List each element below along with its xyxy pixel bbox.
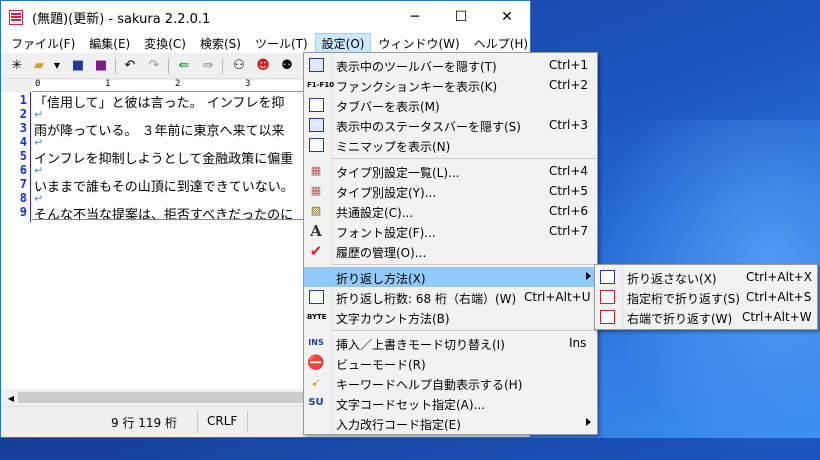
line-number: 5 bbox=[19, 149, 27, 163]
ruler-mark: 3 bbox=[245, 79, 251, 89]
open-dropdown-icon[interactable]: ▼ bbox=[49, 58, 65, 74]
ins-icon: INS bbox=[308, 338, 324, 347]
find-prev-icon[interactable]: ⚉ bbox=[279, 58, 295, 74]
menu-convert[interactable]: 変換(C) bbox=[137, 33, 193, 53]
tabbar-icon bbox=[307, 96, 325, 114]
wrap-column-icon bbox=[598, 288, 616, 306]
line-number: 2 bbox=[19, 107, 27, 121]
menu-item-hide-toolbar[interactable]: 表示中のツールバーを隠す(T) Ctrl+1 bbox=[304, 55, 597, 75]
checkmark-icon: ✔ bbox=[309, 242, 323, 260]
menu-item-show-function-keys[interactable]: F1-F10 ファンクションキーを表示(K) Ctrl+2 bbox=[304, 75, 597, 95]
find-icon[interactable]: ⚇ bbox=[231, 58, 247, 74]
menu-item-keyword-help[interactable]: ➹ キーワードヘルプ自動表示する(H) bbox=[304, 373, 597, 393]
settings-menu: 表示中のツールバーを隠す(T) Ctrl+1 F1-F10 ファンクションキーを表示… bbox=[303, 52, 598, 435]
keyword-help-icon: ➹ bbox=[311, 376, 321, 389]
menu-item-show-minimap[interactable]: ミニマップを表示(N) bbox=[304, 135, 597, 155]
view-mode-icon: ⛔ bbox=[307, 355, 325, 371]
ruler-mark: 2 bbox=[175, 79, 181, 89]
menu-file[interactable]: ファイル(F) bbox=[1, 33, 82, 53]
menu-item-wrap-width[interactable]: 折り返し桁数: 68 桁（右端）(W) Ctrl+Alt+U bbox=[304, 287, 597, 307]
submenu-item-no-wrap[interactable]: 折り返さない(X) Ctrl+Alt+X bbox=[595, 267, 817, 287]
jump-back-icon[interactable]: ⇚ bbox=[176, 58, 192, 74]
menu-item-history[interactable]: ✔ 履歴の管理(O)... bbox=[304, 241, 597, 261]
menu-settings[interactable]: 設定(O) bbox=[314, 33, 372, 53]
menu-window[interactable]: ウィンドウ(W) bbox=[371, 33, 466, 53]
line-number-gutter: 1 2 3 4 5 6 7 8 9 bbox=[1, 92, 31, 222]
wrap-width-icon bbox=[307, 288, 325, 306]
line-number: 7 bbox=[19, 177, 27, 191]
line-ending[interactable]: CRLF bbox=[207, 414, 237, 428]
sakura-app-icon[interactable] bbox=[9, 9, 23, 25]
submenu-item-wrap-at-edge[interactable]: 右端で折り返す(W) Ctrl+Alt+W bbox=[595, 307, 817, 327]
minimap-icon bbox=[307, 136, 325, 154]
open-folder-icon[interactable]: ▰ bbox=[31, 58, 47, 74]
title-bar[interactable]: (無題)(更新) - sakura 2.2.0.1 ─ ☐ ✕ bbox=[1, 1, 530, 33]
menu-item-newline-code[interactable]: 入力改行コード指定(E) bbox=[304, 413, 597, 433]
close-button[interactable]: ✕ bbox=[484, 1, 530, 33]
menu-item-hide-statusbar[interactable]: 表示中のステータスバーを隠す(S) Ctrl+3 bbox=[304, 115, 597, 135]
menu-item-insert-overwrite[interactable]: INS 挿入／上書きモード切り替え(I) Ins bbox=[304, 333, 597, 353]
find-next-icon[interactable]: ☻ bbox=[255, 58, 271, 74]
text-line: そんな不当な提案は、拒否すべきだったのに bbox=[34, 208, 294, 223]
function-key-icon: F1-F10 bbox=[307, 81, 335, 89]
wrap-edge-icon bbox=[598, 308, 616, 326]
save-icon[interactable]: ■ bbox=[70, 58, 86, 74]
save-all-icon[interactable]: ■ bbox=[93, 58, 109, 74]
toolbar-icon bbox=[307, 56, 325, 74]
menu-tools[interactable]: ツール(T) bbox=[248, 33, 315, 53]
new-file-icon[interactable]: ✳ bbox=[9, 58, 25, 74]
jump-forward-icon[interactable]: ⇛ bbox=[200, 58, 216, 74]
cursor-position: 9 行 119 桁 bbox=[111, 416, 177, 430]
cursor-underline bbox=[32, 219, 313, 220]
type-list-icon: ▦ bbox=[310, 164, 322, 177]
menu-search[interactable]: 検索(S) bbox=[193, 33, 248, 53]
submenu-item-wrap-at-column[interactable]: 指定桁で折り返す(S) Ctrl+Alt+S bbox=[595, 287, 817, 307]
redo-icon[interactable]: ↷ bbox=[146, 58, 162, 74]
line-number: 8 bbox=[19, 191, 27, 205]
menu-item-show-tabbar[interactable]: タブバーを表示(M) bbox=[304, 95, 597, 115]
type-settings-icon: ▦ bbox=[310, 184, 322, 197]
ruler-mark: 0 bbox=[35, 79, 41, 89]
line-number: 4 bbox=[19, 135, 27, 149]
wrap-method-submenu: 折り返さない(X) Ctrl+Alt+X 指定桁で折り返す(S) Ctrl+Alt+… bbox=[594, 264, 818, 330]
menu-item-char-count[interactable]: BYTE 文字カウント方法(B) bbox=[304, 307, 597, 327]
window-title: (無題)(更新) - sakura 2.2.0.1 bbox=[32, 11, 211, 27]
byte-icon: BYTE bbox=[307, 313, 327, 321]
maximize-button[interactable]: ☐ bbox=[438, 1, 484, 33]
line-number: 3 bbox=[19, 121, 27, 135]
no-wrap-icon bbox=[598, 268, 616, 286]
ruler-mark: 1 bbox=[105, 79, 111, 89]
menu-item-font-settings[interactable]: A フォント設定(F)... Ctrl+7 bbox=[304, 221, 597, 241]
menu-item-type-settings-list[interactable]: ▦ タイプ別設定一覧(L)... Ctrl+4 bbox=[304, 161, 597, 181]
scroll-left-icon[interactable]: ◀ bbox=[3, 391, 19, 407]
menu-item-charset[interactable]: SU 文字コードセット指定(A)... bbox=[304, 393, 597, 413]
submenu-arrow-icon bbox=[586, 418, 591, 426]
statusbar-icon bbox=[307, 116, 325, 134]
line-number: 9 bbox=[19, 205, 27, 219]
menu-edit[interactable]: 編集(E) bbox=[82, 33, 137, 53]
menu-bar: ファイル(F) 編集(E) 変換(C) 検索(S) ツール(T) 設定(O) ウ… bbox=[1, 33, 530, 53]
menu-item-type-settings[interactable]: ▦ タイプ別設定(Y)... Ctrl+5 bbox=[304, 181, 597, 201]
common-settings-icon: ▧ bbox=[310, 204, 322, 217]
menu-help[interactable]: ヘルプ(H) bbox=[467, 33, 535, 53]
font-icon: A bbox=[310, 222, 322, 240]
menu-item-view-mode[interactable]: ⛔ ビューモード(R) bbox=[304, 353, 597, 373]
undo-icon[interactable]: ↶ bbox=[122, 58, 138, 74]
submenu-arrow-icon bbox=[586, 272, 591, 280]
line-number: 6 bbox=[19, 163, 27, 177]
minimize-button[interactable]: ─ bbox=[392, 1, 438, 33]
menu-item-common-settings[interactable]: ▧ 共通設定(C)... Ctrl+6 bbox=[304, 201, 597, 221]
charset-icon: SU bbox=[308, 397, 324, 408]
menu-item-wrap-method[interactable]: 折り返し方法(X) bbox=[304, 267, 597, 287]
line-number: 1 bbox=[19, 93, 27, 107]
